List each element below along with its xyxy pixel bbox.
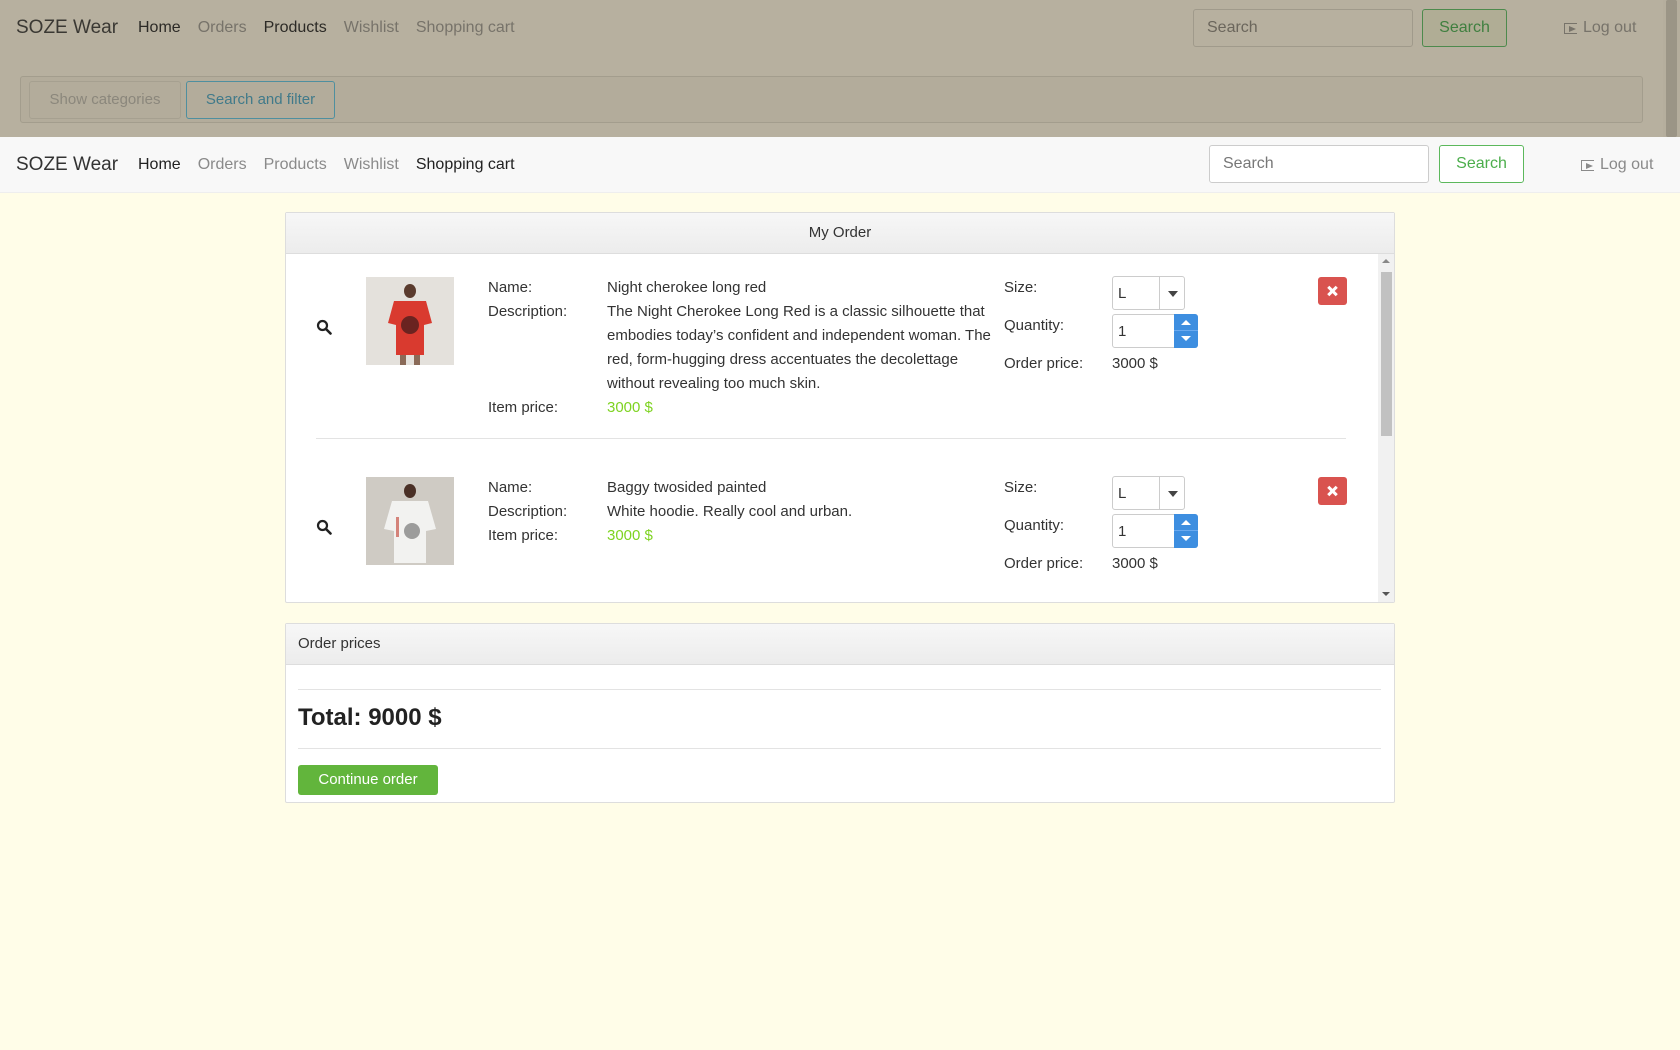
select-divider <box>1159 477 1160 509</box>
chevron-up-icon[interactable] <box>1181 320 1191 325</box>
background-brand: SOZE Wear <box>16 17 119 38</box>
order-price: 3000 $ <box>1112 555 1158 572</box>
item-description: White hoodie. Really cool and urban. <box>607 503 853 520</box>
spinner-divider <box>1174 330 1198 331</box>
background-nav-wishlist: Wishlist <box>343 19 399 36</box>
main-navbar: SOZE Wear Home Orders Products Wishlist … <box>0 137 1680 193</box>
item-divider <box>316 438 1346 439</box>
search-button[interactable]: Search <box>1439 145 1524 183</box>
nav-orders[interactable]: Orders <box>198 156 247 174</box>
quantity-spinner[interactable] <box>1174 514 1198 548</box>
item-price: 3000 $ <box>607 527 653 544</box>
nav-shopping-cart[interactable]: Shopping cart <box>416 156 515 174</box>
quantity-value: 1 <box>1118 523 1127 540</box>
search-icon[interactable] <box>316 319 332 335</box>
item-price: 3000 $ <box>607 399 653 416</box>
description-label: Description: <box>488 303 568 320</box>
show-categories-button: Show categories <box>29 81 181 119</box>
chevron-down-icon <box>1168 291 1178 297</box>
background-logout: Log out <box>1564 19 1636 37</box>
product-image[interactable] <box>366 277 454 365</box>
continue-order-button[interactable]: Continue order <box>298 765 438 795</box>
scroll-up-icon[interactable] <box>1382 259 1390 263</box>
scroll-down-icon[interactable] <box>1382 592 1390 596</box>
size-value: L <box>1118 485 1127 502</box>
background-search-button: Search <box>1422 9 1507 47</box>
logout-link[interactable]: Log out <box>1581 156 1653 174</box>
divider <box>298 748 1381 749</box>
remove-item-button[interactable] <box>1318 277 1347 305</box>
description-label: Description: <box>488 503 568 520</box>
item-price-label: Item price: <box>488 527 559 544</box>
chevron-up-icon[interactable] <box>1181 520 1191 525</box>
background-nav-links: Home Orders Products Wishlist Shopping c… <box>138 19 532 37</box>
size-select[interactable]: L <box>1112 276 1185 310</box>
divider <box>298 689 1381 690</box>
background-nav-products: Products <box>263 19 327 36</box>
page-scrollbar[interactable] <box>1663 0 1680 137</box>
quantity-value: 1 <box>1118 323 1127 340</box>
chevron-down-icon <box>1168 491 1178 497</box>
order-list-scrollbar[interactable] <box>1378 254 1394 602</box>
name-label: Name: <box>488 479 533 496</box>
search-and-filter-button: Search and filter <box>186 81 335 119</box>
chevron-down-icon[interactable] <box>1181 536 1191 541</box>
quantity-label: Quantity: <box>1004 317 1065 334</box>
quantity-stepper[interactable]: 1 <box>1112 514 1198 548</box>
nav-products[interactable]: Products <box>264 156 327 174</box>
order-total: Total: 9000 $ <box>298 704 442 731</box>
logout-label: Log out <box>1600 156 1654 173</box>
size-select[interactable]: L <box>1112 476 1185 510</box>
background-nav-home: Home <box>138 19 181 36</box>
background-filter-bar: Show categories Search and filter <box>20 76 1643 123</box>
order-prices-panel: Order prices Total: 9000 $ Continue orde… <box>285 623 1395 803</box>
item-description: The Night Cherokee Long Red is a classic… <box>607 303 991 392</box>
nav-home[interactable]: Home <box>138 156 181 174</box>
quantity-stepper[interactable]: 1 <box>1112 314 1198 348</box>
logout-icon <box>1564 22 1577 34</box>
background-search-input: Search <box>1193 9 1413 47</box>
logout-icon <box>1581 159 1594 171</box>
size-value: L <box>1118 285 1127 302</box>
quantity-label: Quantity: <box>1004 517 1065 534</box>
name-label: Name: <box>488 279 533 296</box>
order-price-label: Order price: <box>1004 355 1084 372</box>
chevron-down-icon[interactable] <box>1181 336 1191 341</box>
search-icon[interactable] <box>316 519 332 535</box>
nav-wishlist[interactable]: Wishlist <box>344 156 399 174</box>
product-image-graphic <box>366 277 454 365</box>
order-items-list: Name: Night cherokee long red Descriptio… <box>286 254 1394 602</box>
product-image-graphic <box>366 477 454 565</box>
my-order-title: My Order <box>286 213 1394 254</box>
quantity-spinner[interactable] <box>1174 314 1198 348</box>
select-divider <box>1159 277 1160 309</box>
size-label: Size: <box>1004 279 1038 296</box>
background-nav-orders: Orders <box>197 19 247 36</box>
product-image[interactable] <box>366 477 454 565</box>
my-order-panel: My Order Name: Night cherokee long red D… <box>285 212 1395 603</box>
background-logout-label: Log out <box>1583 19 1637 36</box>
remove-item-button[interactable] <box>1318 477 1347 505</box>
size-label: Size: <box>1004 479 1038 496</box>
page-scrollbar-thumb[interactable] <box>1666 0 1677 137</box>
order-prices-title: Order prices <box>286 624 1394 665</box>
background-nav-cart: Shopping cart <box>415 19 515 36</box>
order-list-scrollbar-thumb[interactable] <box>1381 272 1392 436</box>
search-input[interactable]: Search <box>1209 145 1429 183</box>
nav-links: Home Orders Products Wishlist Shopping c… <box>138 156 532 174</box>
item-name: Night cherokee long red <box>607 279 767 296</box>
brand-logo[interactable]: SOZE Wear <box>16 154 118 176</box>
order-price-label: Order price: <box>1004 555 1084 572</box>
spinner-divider <box>1174 530 1198 531</box>
item-name: Baggy twosided painted <box>607 479 767 496</box>
background-navbar: SOZE Wear Home Orders Products Wishlist … <box>0 0 1680 56</box>
order-price: 3000 $ <box>1112 355 1158 372</box>
item-price-label: Item price: <box>488 399 559 416</box>
